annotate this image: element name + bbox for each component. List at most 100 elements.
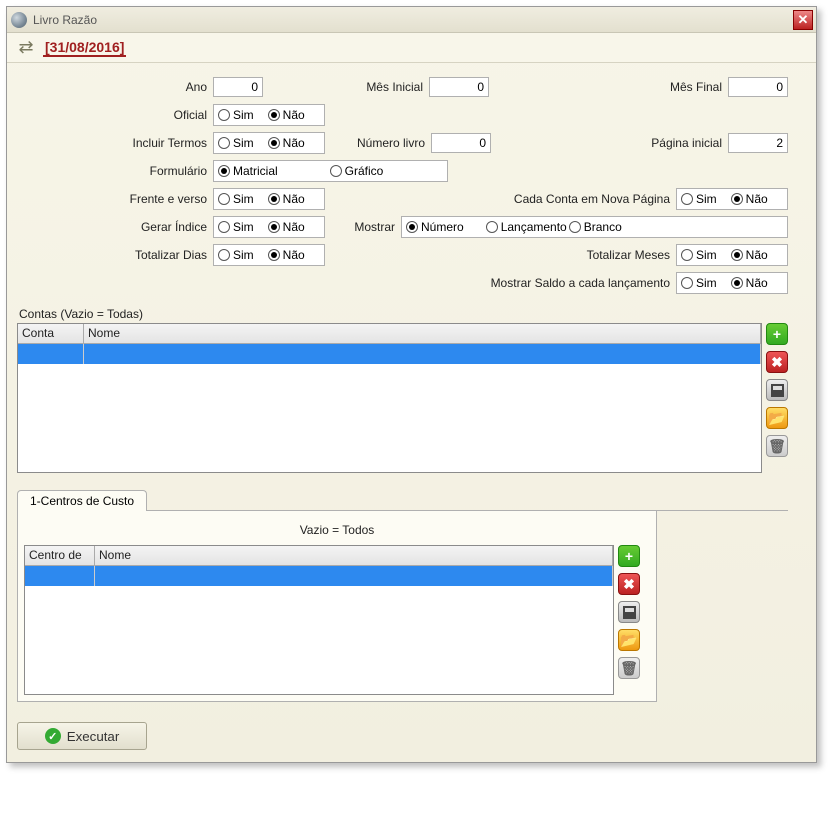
tab-centros-custo[interactable]: 1-Centros de Custo: [17, 490, 147, 511]
x-icon: ✖: [623, 576, 635, 593]
contas-delete-button[interactable]: ✖: [766, 351, 788, 373]
col-centro-nome[interactable]: Nome: [95, 546, 613, 565]
floppy-icon: [771, 384, 784, 397]
label-mostrar-opt: Mostrar: [325, 220, 395, 234]
plus-icon: +: [625, 548, 633, 564]
contas-add-button[interactable]: +: [766, 323, 788, 345]
footer: ✓ Executar: [7, 708, 816, 762]
label-totalizar-dias: Totalizar Dias: [17, 248, 207, 262]
radio-mostrar-branco[interactable]: Branco: [569, 220, 622, 234]
input-mes-inicial[interactable]: [429, 77, 489, 97]
swap-icon: ⇄: [18, 37, 33, 58]
centros-area: Centro de Nome + ✖ 📂 🗑: [24, 545, 650, 695]
label-numero-livro: Número livro: [325, 136, 425, 150]
radio-incluir-termos-nao[interactable]: Não: [268, 136, 305, 150]
radio-frente-verso-sim[interactable]: Sim: [218, 192, 254, 206]
centros-delete-button[interactable]: ✖: [618, 573, 640, 595]
label-mes-inicial: Mês Inicial: [263, 80, 423, 94]
centros-row-selected[interactable]: [25, 566, 613, 586]
label-cada-conta: Cada Conta em Nova Página: [325, 192, 670, 206]
radio-oficial-nao[interactable]: Não: [268, 108, 305, 122]
contas-area: Conta Nome + ✖ 📂 🗑: [17, 323, 788, 473]
contas-open-button[interactable]: 📂: [766, 407, 788, 429]
trash-icon: 🗑: [768, 438, 786, 455]
radio-cada-conta-sim[interactable]: Sim: [681, 192, 717, 206]
centros-side-buttons: + ✖ 📂 🗑: [614, 545, 640, 679]
col-conta[interactable]: Conta: [18, 324, 84, 343]
centros-open-button[interactable]: 📂: [618, 629, 640, 651]
contas-cell-nome: [84, 344, 761, 364]
radio-totalizar-dias-nao[interactable]: Não: [268, 248, 305, 262]
centros-subtitle: Vazio = Todos: [24, 523, 650, 537]
radio-totalizar-dias-sim[interactable]: Sim: [218, 248, 254, 262]
radio-frente-verso: Sim Não: [213, 188, 325, 210]
centros-add-button[interactable]: +: [618, 545, 640, 567]
form-area: Ano Mês Inicial Mês Final Oficial Sim Nã…: [7, 63, 816, 708]
centros-grid[interactable]: Centro de Nome: [24, 545, 614, 695]
centros-save-button[interactable]: [618, 601, 640, 623]
label-mostrar-saldo: Mostrar Saldo a cada lançamento: [17, 276, 670, 290]
radio-mostrar-lancamento[interactable]: Lançamento: [486, 220, 567, 234]
col-nome[interactable]: Nome: [84, 324, 761, 343]
input-numero-livro[interactable]: [431, 133, 491, 153]
radio-totalizar-meses-nao[interactable]: Não: [731, 248, 768, 262]
radio-frente-verso-nao[interactable]: Não: [268, 192, 305, 206]
folder-icon: 📂: [620, 632, 637, 649]
plus-icon: +: [773, 326, 781, 342]
radio-totalizar-meses-sim[interactable]: Sim: [681, 248, 717, 262]
radio-incluir-termos-sim[interactable]: Sim: [218, 136, 254, 150]
folder-icon: 📂: [768, 410, 785, 427]
radio-cada-conta-nao[interactable]: Não: [731, 192, 768, 206]
contas-save-button[interactable]: [766, 379, 788, 401]
input-mes-final[interactable]: [728, 77, 788, 97]
floppy-icon: [623, 606, 636, 619]
centros-cell-nome: [95, 566, 613, 586]
tabbody-centros: Vazio = Todos Centro de Nome + ✖: [17, 511, 657, 702]
input-pagina-inicial[interactable]: [728, 133, 788, 153]
back-icon[interactable]: ⇄: [13, 38, 39, 58]
label-formulario: Formulário: [17, 164, 207, 178]
radio-totalizar-meses: Sim Não: [676, 244, 788, 266]
radio-gerar-indice-sim[interactable]: Sim: [218, 220, 254, 234]
radio-oficial-sim[interactable]: Sim: [218, 108, 254, 122]
centros-cell-centro: [25, 566, 95, 586]
executar-label: Executar: [67, 729, 120, 744]
radio-mostrar-saldo-nao[interactable]: Não: [731, 276, 768, 290]
trash-icon: 🗑: [620, 660, 638, 677]
col-centro[interactable]: Centro de: [25, 546, 95, 565]
date-bar: ⇄ [31/08/2016]: [7, 33, 816, 63]
radio-mostrar-saldo-sim[interactable]: Sim: [681, 276, 717, 290]
centros-header: Centro de Nome: [25, 546, 613, 566]
contas-grid[interactable]: Conta Nome: [17, 323, 762, 473]
contas-side-buttons: + ✖ 📂 🗑: [762, 323, 788, 457]
report-date[interactable]: [31/08/2016]: [43, 39, 126, 57]
radio-incluir-termos: Sim Não: [213, 132, 325, 154]
radio-gerar-indice: Sim Não: [213, 216, 325, 238]
x-icon: ✖: [771, 354, 783, 371]
radio-formulario-matricial[interactable]: Matricial: [218, 164, 278, 178]
contas-cell-conta: [18, 344, 84, 364]
close-button[interactable]: ✕: [793, 10, 813, 30]
label-ano: Ano: [17, 80, 207, 94]
titlebar: Livro Razão ✕: [7, 7, 816, 33]
check-icon: ✓: [45, 728, 61, 744]
radio-totalizar-dias: Sim Não: [213, 244, 325, 266]
contas-row-selected[interactable]: [18, 344, 761, 364]
radio-mostrar: Número Lançamento Branco: [401, 216, 788, 238]
contas-trash-button[interactable]: 🗑: [766, 435, 788, 457]
contas-header: Conta Nome: [18, 324, 761, 344]
label-totalizar-meses: Totalizar Meses: [325, 248, 670, 262]
executar-button[interactable]: ✓ Executar: [17, 722, 147, 750]
radio-formulario-grafico[interactable]: Gráfico: [330, 164, 384, 178]
label-oficial: Oficial: [17, 108, 207, 122]
label-frente-verso: Frente e verso: [17, 192, 207, 206]
input-ano[interactable]: [213, 77, 263, 97]
tabstrip-centros: 1-Centros de Custo: [17, 487, 788, 511]
centros-trash-button[interactable]: 🗑: [618, 657, 640, 679]
label-gerar-indice: Gerar Índice: [17, 220, 207, 234]
radio-oficial: Sim Não: [213, 104, 325, 126]
radio-gerar-indice-nao[interactable]: Não: [268, 220, 305, 234]
label-incluir-termos: Incluir Termos: [17, 136, 207, 150]
radio-mostrar-numero[interactable]: Número: [406, 220, 464, 234]
radio-mostrar-saldo: Sim Não: [676, 272, 788, 294]
